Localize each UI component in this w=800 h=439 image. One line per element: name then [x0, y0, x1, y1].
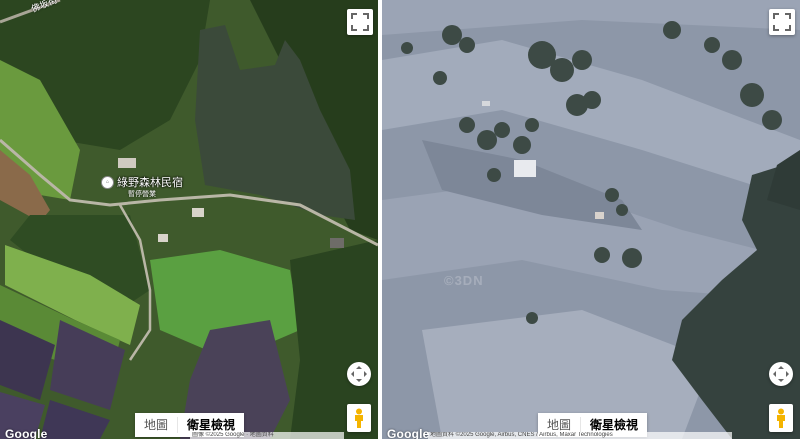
map-type-roadmap-button[interactable]: 地圖 — [135, 413, 177, 437]
move-icon — [773, 366, 789, 382]
google-logo[interactable]: Google — [5, 427, 48, 439]
poi-name[interactable]: 綠野森林民宿 — [117, 174, 183, 190]
right-map-panel[interactable]: ©3DN 地圖 衛星檢視 Google 地圖資料 ©2025 Google, A… — [382, 0, 800, 439]
map-attribution: 圖像 ©2025 Google · 地圖資料 — [190, 432, 344, 439]
lodging-icon[interactable]: ⌂ — [101, 176, 114, 189]
fullscreen-button[interactable] — [347, 9, 373, 35]
imagery-watermark: ©3DN — [444, 273, 484, 288]
left-map-panel[interactable]: 佛坂街 ⌂ 綠野森林民宿 暫停營業 地圖 衛星檢視 Google 圖像 ©202… — [0, 0, 378, 439]
street-view-pegman-button[interactable] — [769, 404, 793, 432]
google-logo[interactable]: Google — [387, 427, 430, 439]
fullscreen-icon — [773, 13, 791, 31]
camera-move-button[interactable] — [347, 362, 371, 386]
left-satellite-imagery[interactable] — [0, 0, 378, 439]
street-view-pegman-button[interactable] — [347, 404, 371, 432]
fullscreen-button[interactable] — [769, 9, 795, 35]
move-icon — [351, 366, 367, 382]
map-attribution: 地圖資料 ©2025 Google, Airbus, CNES / Airbus… — [428, 432, 732, 439]
pegman-icon — [355, 408, 363, 428]
camera-move-button[interactable] — [769, 362, 793, 386]
poi-status: 暫停營業 — [128, 191, 156, 198]
fullscreen-icon — [351, 13, 369, 31]
pegman-icon — [777, 408, 785, 428]
right-satellite-imagery[interactable] — [382, 0, 800, 439]
